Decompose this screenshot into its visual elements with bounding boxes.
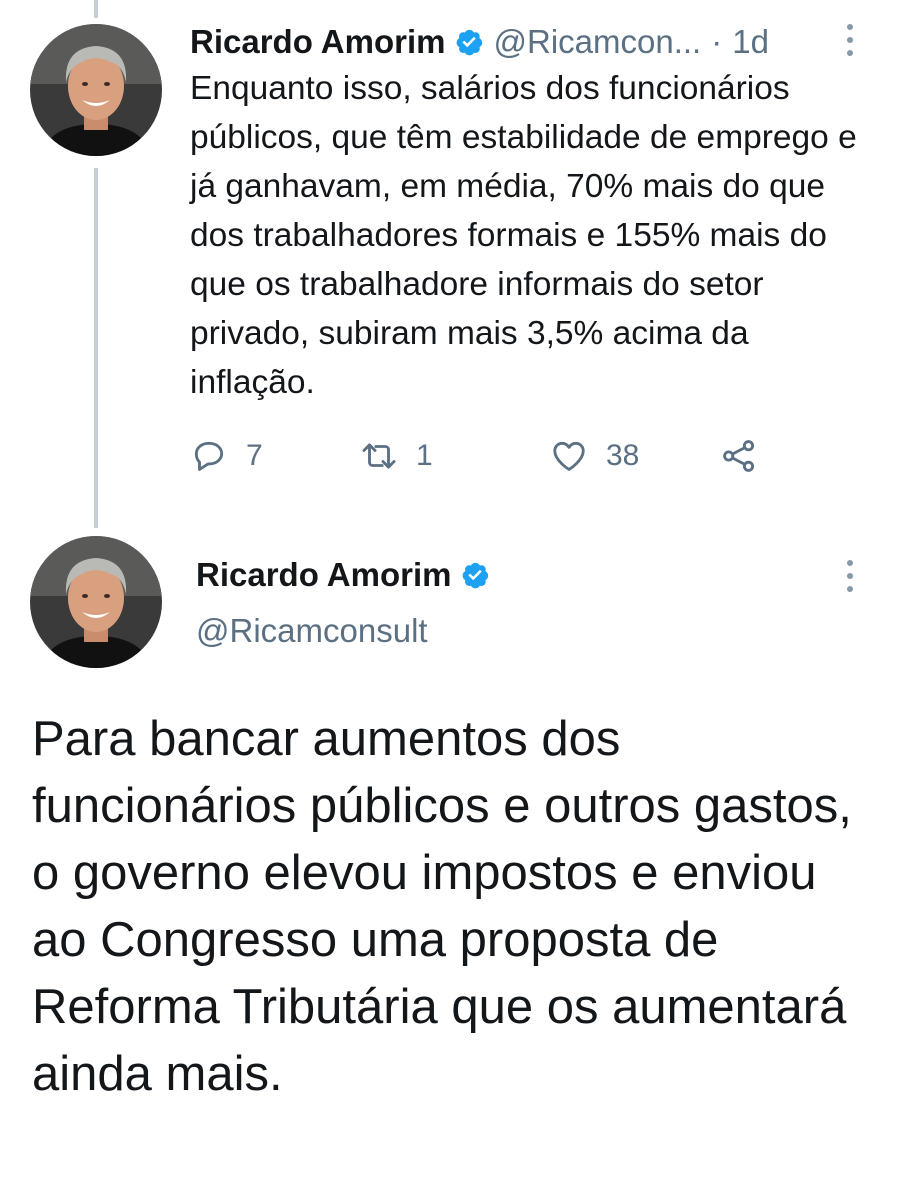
avatar-photo [30,536,162,668]
tweet-author-row: Ricardo Amorim [196,550,490,600]
retweet-button[interactable]: 1 [360,430,433,482]
separator-dot: · [711,23,723,60]
tweet-actions: 7 1 38 [190,430,790,482]
author-avatar[interactable] [30,536,162,668]
verified-badge-icon [454,27,484,57]
thread-connector [94,168,98,528]
reply-button[interactable]: 7 [190,430,263,482]
verified-badge-icon [460,560,490,590]
more-options-icon[interactable] [838,556,862,596]
author-name[interactable]: Ricardo Amorim [196,556,452,594]
reply-count: 7 [246,439,263,472]
heart-icon [550,437,588,475]
author-name[interactable]: Ricardo Amorim [190,23,446,61]
reply-icon [190,437,228,475]
more-options-icon[interactable] [838,20,862,60]
like-count: 38 [606,439,640,472]
retweet-icon [360,437,398,475]
tweet-header: Ricardo Amorim @Ricamcon... · 1d [190,20,870,64]
tweet-text: Para bancar aumentos dos funcionários pú… [32,712,852,1101]
share-button[interactable] [720,430,758,482]
thread-connector-top [94,0,98,18]
tweet-timestamp[interactable]: 1d [732,23,769,61]
retweet-count: 1 [416,439,433,472]
like-button[interactable]: 38 [550,430,639,482]
tweet-text: Enquanto isso, salários dos funcionários… [190,70,857,401]
author-handle[interactable]: @Ricamcon... [494,23,702,61]
avatar-photo [30,24,162,156]
author-avatar[interactable] [30,24,162,156]
share-icon [720,437,758,475]
author-handle[interactable]: @Ricamconsult [196,612,428,650]
